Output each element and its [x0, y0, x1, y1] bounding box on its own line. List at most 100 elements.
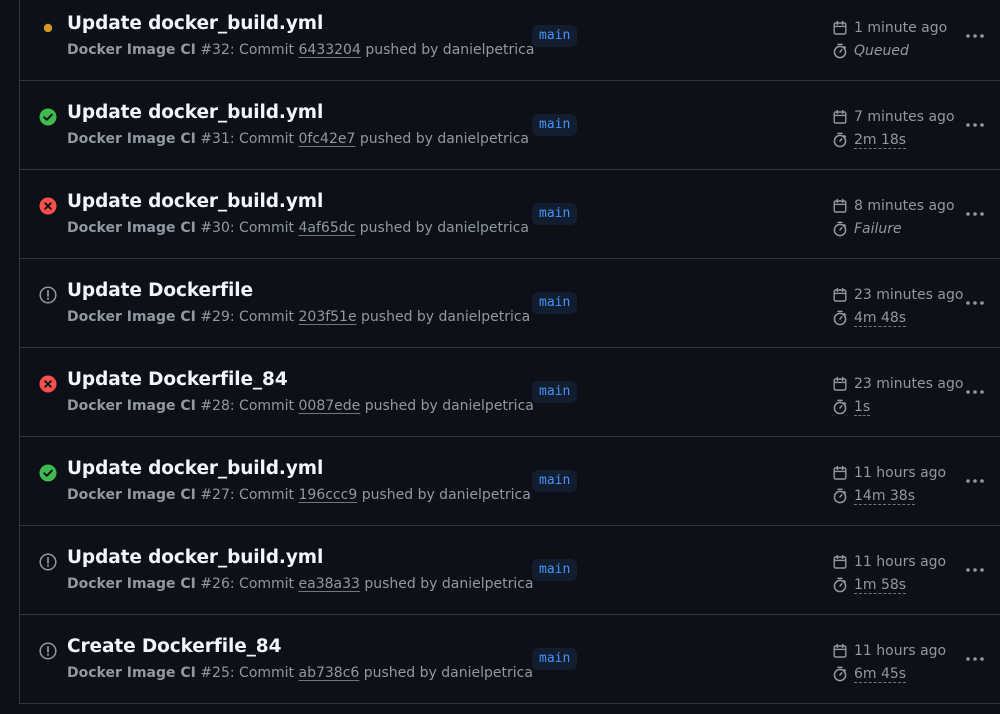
time-ago: 23 minutes ago	[854, 376, 964, 392]
run-meta: Docker Image CI #29: Commit 203f51e push…	[67, 309, 530, 325]
commit-label: : Commit	[229, 131, 295, 147]
commit-sha-link[interactable]: 0087ede	[299, 398, 361, 414]
more-options-button[interactable]	[964, 293, 986, 313]
pushed-by: pushed by danielpetrica	[361, 309, 531, 325]
pushed-by: pushed by danielpetrica	[363, 665, 533, 681]
more-options-button[interactable]	[964, 560, 986, 580]
more-options-button[interactable]	[964, 115, 986, 135]
check-circle-fill-icon	[39, 464, 57, 482]
commit-sha-link[interactable]: 4af65dc	[299, 220, 356, 236]
calendar-icon	[832, 465, 848, 481]
run-meta: Docker Image CI #31: Commit 0fc42e7 push…	[67, 131, 529, 147]
more-options-button[interactable]	[964, 382, 986, 402]
commit-sha-link[interactable]: 0fc42e7	[299, 131, 356, 147]
workflow-run-row[interactable]: Create Dockerfile_84 Docker Image CI #25…	[20, 615, 1000, 704]
commit-sha-link[interactable]: 196ccc9	[299, 487, 358, 503]
run-duration: 6m 45s	[832, 664, 907, 684]
run-meta: Docker Image CI #30: Commit 4af65dc push…	[67, 220, 529, 236]
branch-label[interactable]: main	[532, 203, 578, 225]
x-circle-fill-icon	[39, 197, 57, 215]
kebab-horizontal-icon	[966, 212, 984, 216]
duration-text: 1m 58s	[854, 576, 907, 594]
run-title-link[interactable]: Update docker_build.yml	[67, 458, 323, 479]
pushed-by: pushed by danielpetrica	[364, 398, 534, 414]
workflow-run-row[interactable]: Update docker_build.yml Docker Image CI …	[20, 81, 1000, 170]
duration-text: 6m 45s	[854, 665, 907, 683]
run-title-link[interactable]: Update Dockerfile	[67, 280, 253, 301]
kebab-horizontal-icon	[966, 479, 984, 483]
stop-icon	[39, 286, 57, 304]
pushed-by: pushed by danielpetrica	[365, 42, 535, 58]
kebab-horizontal-icon	[966, 34, 984, 38]
run-title-link[interactable]: Update docker_build.yml	[67, 547, 323, 568]
more-options-button[interactable]	[964, 471, 986, 491]
more-options-button[interactable]	[964, 26, 986, 46]
workflow-run-row[interactable]: Update docker_build.yml Docker Image CI …	[20, 437, 1000, 526]
stopwatch-icon	[832, 310, 848, 326]
branch-label[interactable]: main	[532, 559, 578, 581]
workflow-name: Docker Image CI	[67, 576, 196, 592]
branch-label[interactable]: main	[532, 381, 578, 403]
commit-label: : Commit	[229, 576, 295, 592]
duration-text: Failure	[854, 221, 902, 237]
run-time: 23 minutes ago	[832, 285, 963, 305]
stopwatch-icon	[832, 221, 848, 237]
branch-label[interactable]: main	[532, 470, 578, 492]
run-duration: Failure	[832, 219, 902, 239]
stop-icon	[39, 553, 57, 571]
kebab-horizontal-icon	[966, 568, 984, 572]
commit-sha-link[interactable]: 6433204	[299, 42, 361, 58]
run-time: 7 minutes ago	[832, 107, 955, 127]
run-time: 11 hours ago	[832, 552, 946, 572]
run-title-link[interactable]: Update Dockerfile_84	[67, 369, 288, 390]
stopwatch-icon	[832, 132, 848, 148]
stopwatch-icon	[832, 43, 848, 59]
commit-sha-link[interactable]: ea38a33	[299, 576, 360, 592]
branch-label[interactable]: main	[532, 292, 578, 314]
run-duration: 14m 38s	[832, 486, 916, 506]
run-meta: Docker Image CI #27: Commit 196ccc9 push…	[67, 487, 531, 503]
workflow-name: Docker Image CI	[67, 398, 196, 414]
time-ago: 11 hours ago	[854, 465, 947, 481]
time-ago: 11 hours ago	[854, 554, 947, 570]
branch-label[interactable]: main	[532, 114, 578, 136]
branch-label[interactable]: main	[532, 648, 578, 670]
time-ago: 23 minutes ago	[854, 287, 964, 303]
kebab-horizontal-icon	[966, 123, 984, 127]
dot-fill-icon	[39, 19, 57, 37]
more-options-button[interactable]	[964, 204, 986, 224]
run-number: #25	[200, 665, 230, 681]
workflow-run-row[interactable]: Update docker_build.yml Docker Image CI …	[20, 0, 1000, 81]
stopwatch-icon	[832, 399, 848, 415]
duration-text: 2m 18s	[854, 131, 907, 149]
commit-label: : Commit	[229, 487, 295, 503]
run-number: #31	[200, 131, 230, 147]
run-title-link[interactable]: Update docker_build.yml	[67, 13, 323, 34]
commit-sha-link[interactable]: 203f51e	[299, 309, 357, 325]
duration-text: 14m 38s	[854, 487, 916, 505]
run-time: 23 minutes ago	[832, 374, 963, 394]
commit-label: : Commit	[229, 220, 295, 236]
run-number: #29	[200, 309, 230, 325]
workflow-run-row[interactable]: Update Dockerfile_84 Docker Image CI #28…	[20, 348, 1000, 437]
commit-label: : Commit	[229, 42, 295, 58]
run-number: #28	[200, 398, 230, 414]
time-ago: 8 minutes ago	[854, 198, 955, 214]
run-meta: Docker Image CI #25: Commit ab738c6 push…	[67, 665, 533, 681]
run-number: #30	[200, 220, 230, 236]
branch-label[interactable]: main	[532, 25, 578, 47]
more-options-button[interactable]	[964, 649, 986, 669]
run-duration: 4m 48s	[832, 308, 907, 328]
run-title-link[interactable]: Update docker_build.yml	[67, 102, 323, 123]
workflow-run-row[interactable]: Update docker_build.yml Docker Image CI …	[20, 170, 1000, 259]
duration-text: Queued	[854, 43, 909, 59]
workflow-name: Docker Image CI	[67, 665, 196, 681]
run-title-link[interactable]: Create Dockerfile_84	[67, 636, 281, 657]
run-number: #26	[200, 576, 230, 592]
workflow-run-row[interactable]: Update Dockerfile Docker Image CI #29: C…	[20, 259, 1000, 348]
run-title-link[interactable]: Update docker_build.yml	[67, 191, 323, 212]
run-duration: 1s	[832, 397, 871, 417]
commit-sha-link[interactable]: ab738c6	[299, 665, 360, 681]
workflow-run-row[interactable]: Update docker_build.yml Docker Image CI …	[20, 526, 1000, 615]
calendar-icon	[832, 376, 848, 392]
